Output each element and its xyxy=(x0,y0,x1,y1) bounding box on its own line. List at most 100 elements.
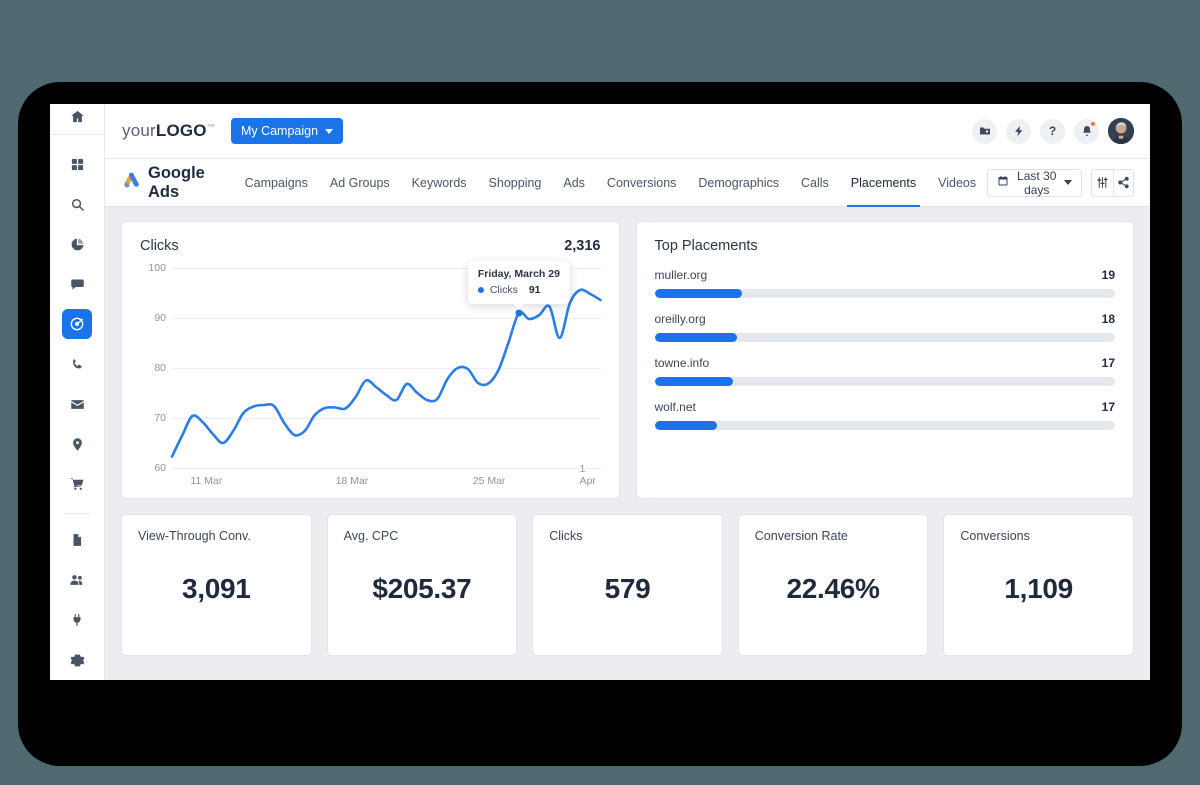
tooltip-series-row: Clicks 91 xyxy=(477,284,560,296)
sidebar-item-search[interactable] xyxy=(62,189,92,219)
google-ads-brand: Google Ads xyxy=(122,164,216,202)
kpi-label: Conversions xyxy=(960,529,1030,543)
placement-value: 18 xyxy=(1101,312,1115,326)
placement-row[interactable]: muller.org 19 xyxy=(654,268,1116,298)
x-axis-tick: 25 Mar xyxy=(472,475,506,487)
google-ads-title: Google Ads xyxy=(148,163,205,201)
calendar-icon xyxy=(997,175,1009,190)
notification-badge xyxy=(1090,120,1096,127)
sidebar-item-messages[interactable] xyxy=(62,269,92,299)
placement-row[interactable]: towne.info 17 xyxy=(654,356,1115,386)
kpi-label: Conversion Rate xyxy=(754,529,848,543)
sidebar-item-analytics[interactable] xyxy=(62,229,92,259)
lightning-bolt-icon[interactable] xyxy=(1006,118,1031,144)
sidebar-item-reports[interactable] xyxy=(62,525,92,555)
placement-value: 17 xyxy=(1101,400,1115,414)
sidebar-item-locations[interactable] xyxy=(62,429,92,459)
help-glyph: ? xyxy=(1048,124,1057,138)
kpi-card: View-Through Conv. 3,091 xyxy=(121,514,312,656)
y-axis-tick: 70 xyxy=(154,412,166,424)
top-panels-row: Clicks 2,316 60 70 80 90 100 11 Mar 18 Mar 25 … xyxy=(121,221,1134,499)
tab-campaigns[interactable]: Campaigns xyxy=(234,159,319,206)
campaign-selector-button[interactable]: My Campaign xyxy=(230,118,344,144)
placement-header: muller.org 19 xyxy=(655,268,1116,282)
placement-name: wolf.net xyxy=(654,400,696,414)
view-controls xyxy=(1091,168,1134,197)
share-icon[interactable] xyxy=(1112,169,1133,196)
chart-card-header: Clicks 2,316 xyxy=(140,238,601,254)
placement-name: oreilly.org xyxy=(654,312,706,326)
tab-placements[interactable]: Placements xyxy=(840,159,927,207)
sidebar-item-email[interactable] xyxy=(62,389,92,419)
tab-videos[interactable]: Videos xyxy=(927,159,987,206)
sidebar-item-integrations[interactable] xyxy=(62,605,92,635)
sidebar-item-dashboard[interactable] xyxy=(62,149,92,179)
top-placements-card: Top Placements muller.org 19 oreilly.org 18… xyxy=(635,221,1134,499)
x-axis-tick: 11 Mar xyxy=(190,475,223,487)
placement-progress-fill xyxy=(654,333,738,342)
top-header: yourLOGO™ My Campaign ? xyxy=(105,104,1150,159)
help-icon[interactable]: ? xyxy=(1040,118,1065,144)
placement-header: oreilly.org 18 xyxy=(655,312,1116,326)
kpi-card: Avg. CPC $205.37 xyxy=(326,514,518,656)
tab-calls[interactable]: Calls xyxy=(790,159,840,206)
pie-chart-icon xyxy=(70,237,85,252)
sidebar-items xyxy=(50,135,104,680)
placement-name: towne.info xyxy=(654,356,710,370)
tab-list: Campaigns Ad Groups Keywords Shopping Ad… xyxy=(234,159,987,207)
placement-progress-track xyxy=(654,289,1115,298)
chart-hover-point xyxy=(515,309,523,317)
user-avatar[interactable] xyxy=(1108,118,1134,144)
kpi-value: 22.46% xyxy=(786,573,880,604)
sidebar-item-campaigns[interactable] xyxy=(62,309,92,339)
grid-line xyxy=(172,468,601,469)
sidebar-item-audiences[interactable] xyxy=(62,565,92,595)
date-range-picker[interactable]: Last 30 days xyxy=(987,168,1083,197)
placement-row[interactable]: oreilly.org 18 xyxy=(654,312,1116,342)
header-icon-group: ? xyxy=(972,118,1134,144)
gear-icon xyxy=(70,653,85,668)
google-ads-logo-icon xyxy=(122,171,141,195)
sidebar-item-settings[interactable] xyxy=(62,645,92,675)
kpi-card: Clicks 579 xyxy=(532,514,723,656)
placement-progress-track xyxy=(654,421,1115,430)
placement-row[interactable]: wolf.net 17 xyxy=(654,400,1116,430)
main-region: yourLOGO™ My Campaign ? Google Ads Campa… xyxy=(105,104,1150,680)
placement-value: 17 xyxy=(1101,356,1115,370)
sidebar-rail xyxy=(50,104,105,680)
placement-progress-fill xyxy=(654,377,733,386)
chart-title: Clicks xyxy=(140,238,179,254)
tab-ad-groups[interactable]: Ad Groups xyxy=(319,159,401,206)
bell-icon[interactable] xyxy=(1074,118,1099,144)
kpi-value: 579 xyxy=(604,573,651,604)
filter-settings-icon[interactable] xyxy=(1092,169,1113,196)
tooltip-date: Friday, March 29 xyxy=(477,268,560,280)
kpi-label: View-Through Conv. xyxy=(138,529,251,543)
users-icon xyxy=(69,572,85,588)
folder-icon[interactable] xyxy=(972,118,997,144)
y-axis-tick: 100 xyxy=(148,262,166,274)
grid-icon xyxy=(70,157,85,172)
kpi-value: $205.37 xyxy=(372,573,472,604)
logo-trademark: ™ xyxy=(206,122,215,132)
sidebar-item-calls[interactable] xyxy=(62,349,92,379)
sidebar-item-shopping[interactable] xyxy=(62,469,92,499)
tab-ads[interactable]: Ads xyxy=(552,159,596,206)
placement-progress-track xyxy=(654,377,1115,386)
sidebar-item-home[interactable] xyxy=(50,104,105,135)
location-pin-icon xyxy=(70,437,85,452)
tab-demographics[interactable]: Demographics xyxy=(687,159,790,206)
home-icon xyxy=(70,109,85,129)
y-axis-tick: 90 xyxy=(154,312,166,324)
sidebar-divider xyxy=(64,513,90,514)
placement-progress-fill xyxy=(654,421,717,430)
tab-bar-controls: Last 30 days xyxy=(987,168,1134,197)
kpi-card: Conversions 1,109 xyxy=(943,514,1134,656)
document-icon xyxy=(70,533,84,547)
tab-keywords[interactable]: Keywords xyxy=(401,159,478,206)
tab-shopping[interactable]: Shopping xyxy=(478,159,553,206)
chart-total-value: 2,316 xyxy=(564,238,601,254)
placement-header: wolf.net 17 xyxy=(655,400,1116,414)
kpi-card: Conversion Rate 22.46% xyxy=(737,514,929,656)
tab-conversions[interactable]: Conversions xyxy=(596,159,687,206)
